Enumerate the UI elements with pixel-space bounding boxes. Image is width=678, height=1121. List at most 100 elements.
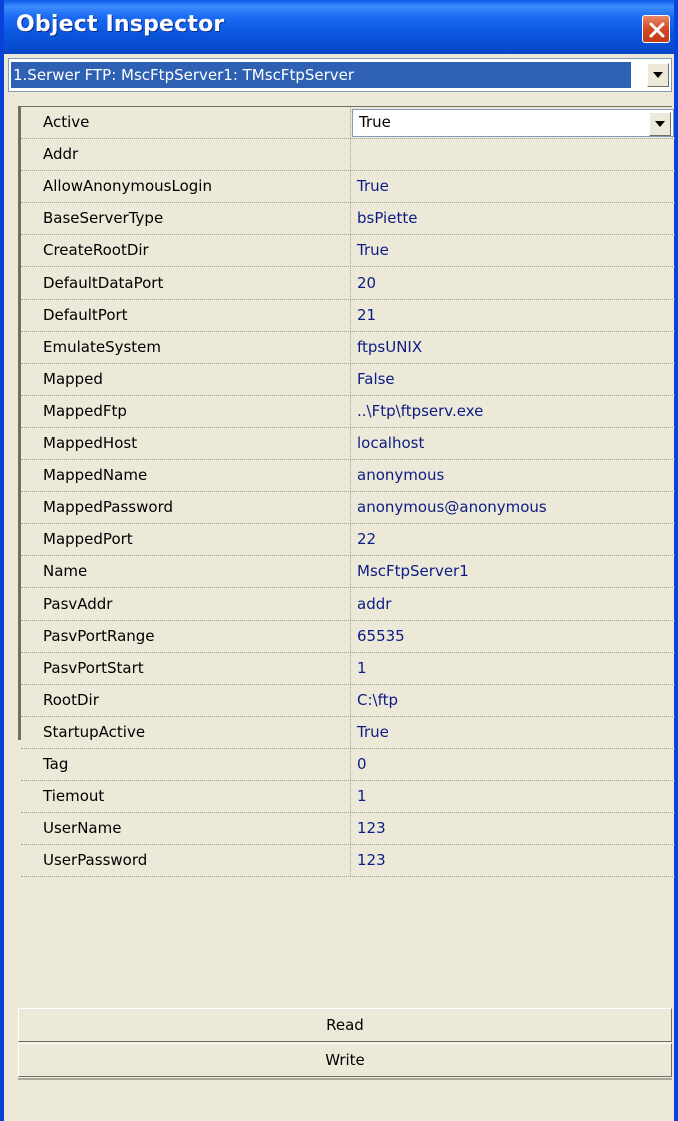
component-selector-value: 1.Serwer FTP: MscFtpServer1: TMscFtpServ… [10, 61, 632, 89]
column-separator[interactable] [350, 749, 351, 780]
column-separator[interactable] [350, 396, 351, 427]
property-name: MappedFtp [43, 402, 127, 420]
property-row[interactable]: Tiemout 1 [21, 781, 675, 813]
property-name: PasvPortStart [43, 659, 144, 677]
property-name: UserName [43, 819, 122, 837]
property-value[interactable]: 1 [357, 787, 367, 805]
column-separator[interactable] [350, 589, 351, 620]
property-value[interactable]: 123 [357, 819, 386, 837]
column-separator[interactable] [350, 717, 351, 748]
property-row[interactable]: Tag 0 [21, 749, 675, 781]
column-separator[interactable] [350, 364, 351, 395]
property-row[interactable]: StartupActive True [21, 717, 675, 749]
property-name: DefaultPort [43, 306, 128, 324]
property-row[interactable]: EmulateSystem ftpsUNIX [21, 332, 675, 364]
title-bar[interactable]: Object Inspector [4, 0, 674, 54]
property-value[interactable]: 20 [357, 274, 376, 292]
column-separator[interactable] [350, 107, 351, 138]
property-value[interactable]: 0 [357, 755, 367, 773]
property-name: PasvPortRange [43, 627, 155, 645]
property-name: UserPassword [43, 851, 148, 869]
property-name: Active [43, 113, 90, 131]
property-row[interactable]: AllowAnonymousLogin True [21, 171, 675, 203]
column-separator[interactable] [350, 203, 351, 234]
property-value[interactable]: 1 [357, 659, 367, 677]
property-row[interactable]: MappedFtp ..\Ftp\ftpserv.exe [21, 396, 675, 428]
column-separator[interactable] [350, 685, 351, 716]
property-value[interactable]: 22 [357, 530, 376, 548]
property-row[interactable]: Addr [21, 139, 675, 171]
column-separator[interactable] [350, 428, 351, 459]
property-value[interactable]: True [357, 177, 389, 195]
property-value[interactable]: MscFtpServer1 [357, 562, 469, 580]
column-separator[interactable] [350, 268, 351, 299]
property-value[interactable]: True [357, 241, 389, 259]
property-row[interactable]: DefaultDataPort 20 [21, 268, 675, 300]
column-separator[interactable] [350, 524, 351, 555]
property-value[interactable]: anonymous [357, 466, 444, 484]
property-name: MappedName [43, 466, 148, 484]
property-row[interactable]: MappedHost localhost [21, 428, 675, 460]
property-value[interactable]: True [357, 723, 389, 741]
column-separator[interactable] [350, 813, 351, 844]
property-row[interactable]: PasvPortRange 65535 [21, 621, 675, 653]
property-row[interactable]: PasvPortStart 1 [21, 653, 675, 685]
column-separator[interactable] [350, 332, 351, 363]
property-value[interactable]: False [357, 370, 395, 388]
column-separator[interactable] [350, 492, 351, 523]
property-value[interactable]: True [359, 113, 391, 131]
property-row[interactable]: Mapped False [21, 364, 675, 396]
write-button[interactable]: Write [18, 1043, 672, 1077]
property-name: Mapped [43, 370, 103, 388]
column-separator[interactable] [350, 621, 351, 652]
close-icon [649, 22, 665, 38]
property-name: MappedHost [43, 434, 138, 452]
property-row[interactable]: MappedPassword anonymous@anonymous [21, 492, 675, 524]
property-value[interactable]: localhost [357, 434, 424, 452]
object-inspector-window: Object Inspector 1.Serwer FTP: MscFtpSer… [0, 0, 678, 1121]
property-value[interactable]: 21 [357, 306, 376, 324]
column-separator[interactable] [350, 845, 351, 876]
property-value[interactable]: ..\Ftp\ftpserv.exe [357, 402, 483, 420]
column-separator[interactable] [350, 235, 351, 266]
property-name: StartupActive [43, 723, 146, 741]
property-value[interactable]: bsPiette [357, 209, 417, 227]
property-name: Tiemout [43, 787, 105, 805]
property-row[interactable]: PasvAddr addr [21, 589, 675, 621]
property-value[interactable]: addr [357, 595, 391, 613]
property-row[interactable]: RootDir C:\ftp [21, 685, 675, 717]
property-row[interactable]: UserName 123 [21, 813, 675, 845]
property-row[interactable]: CreateRootDir True [21, 235, 675, 267]
property-value[interactable]: C:\ftp [357, 691, 398, 709]
property-row[interactable]: Name MscFtpServer1 [21, 556, 675, 588]
property-value[interactable]: ftpsUNIX [357, 338, 422, 356]
property-row[interactable]: DefaultPort 21 [21, 300, 675, 332]
property-row[interactable]: MappedName anonymous [21, 460, 675, 492]
property-row[interactable]: UserPassword 123 [21, 845, 675, 877]
window-title: Object Inspector [16, 12, 225, 37]
property-value[interactable]: anonymous@anonymous [357, 498, 547, 516]
column-separator[interactable] [350, 300, 351, 331]
property-row[interactable]: MappedPort 22 [21, 524, 675, 556]
property-value-dropdown-button[interactable] [649, 112, 671, 136]
column-separator[interactable] [350, 171, 351, 202]
component-selector[interactable]: 1.Serwer FTP: MscFtpServer1: TMscFtpServ… [8, 58, 672, 92]
component-selector-dropdown-button[interactable] [647, 63, 669, 87]
property-value[interactable]: 123 [357, 851, 386, 869]
read-button[interactable]: Read [18, 1008, 672, 1042]
column-separator[interactable] [350, 556, 351, 587]
property-value-editor[interactable] [352, 109, 674, 137]
column-separator[interactable] [350, 781, 351, 812]
column-separator[interactable] [350, 653, 351, 684]
property-row[interactable]: BaseServerType bsPiette [21, 203, 675, 235]
property-value[interactable]: 65535 [357, 627, 405, 645]
chevron-down-icon [655, 121, 665, 127]
property-row[interactable]: Active True [21, 107, 675, 139]
property-name: PasvAddr [43, 595, 113, 613]
column-separator[interactable] [350, 460, 351, 491]
property-name: Name [43, 562, 88, 580]
column-separator[interactable] [350, 139, 351, 170]
close-button[interactable] [642, 15, 670, 43]
property-name: MappedPort [43, 530, 133, 548]
property-name: CreateRootDir [43, 241, 149, 259]
